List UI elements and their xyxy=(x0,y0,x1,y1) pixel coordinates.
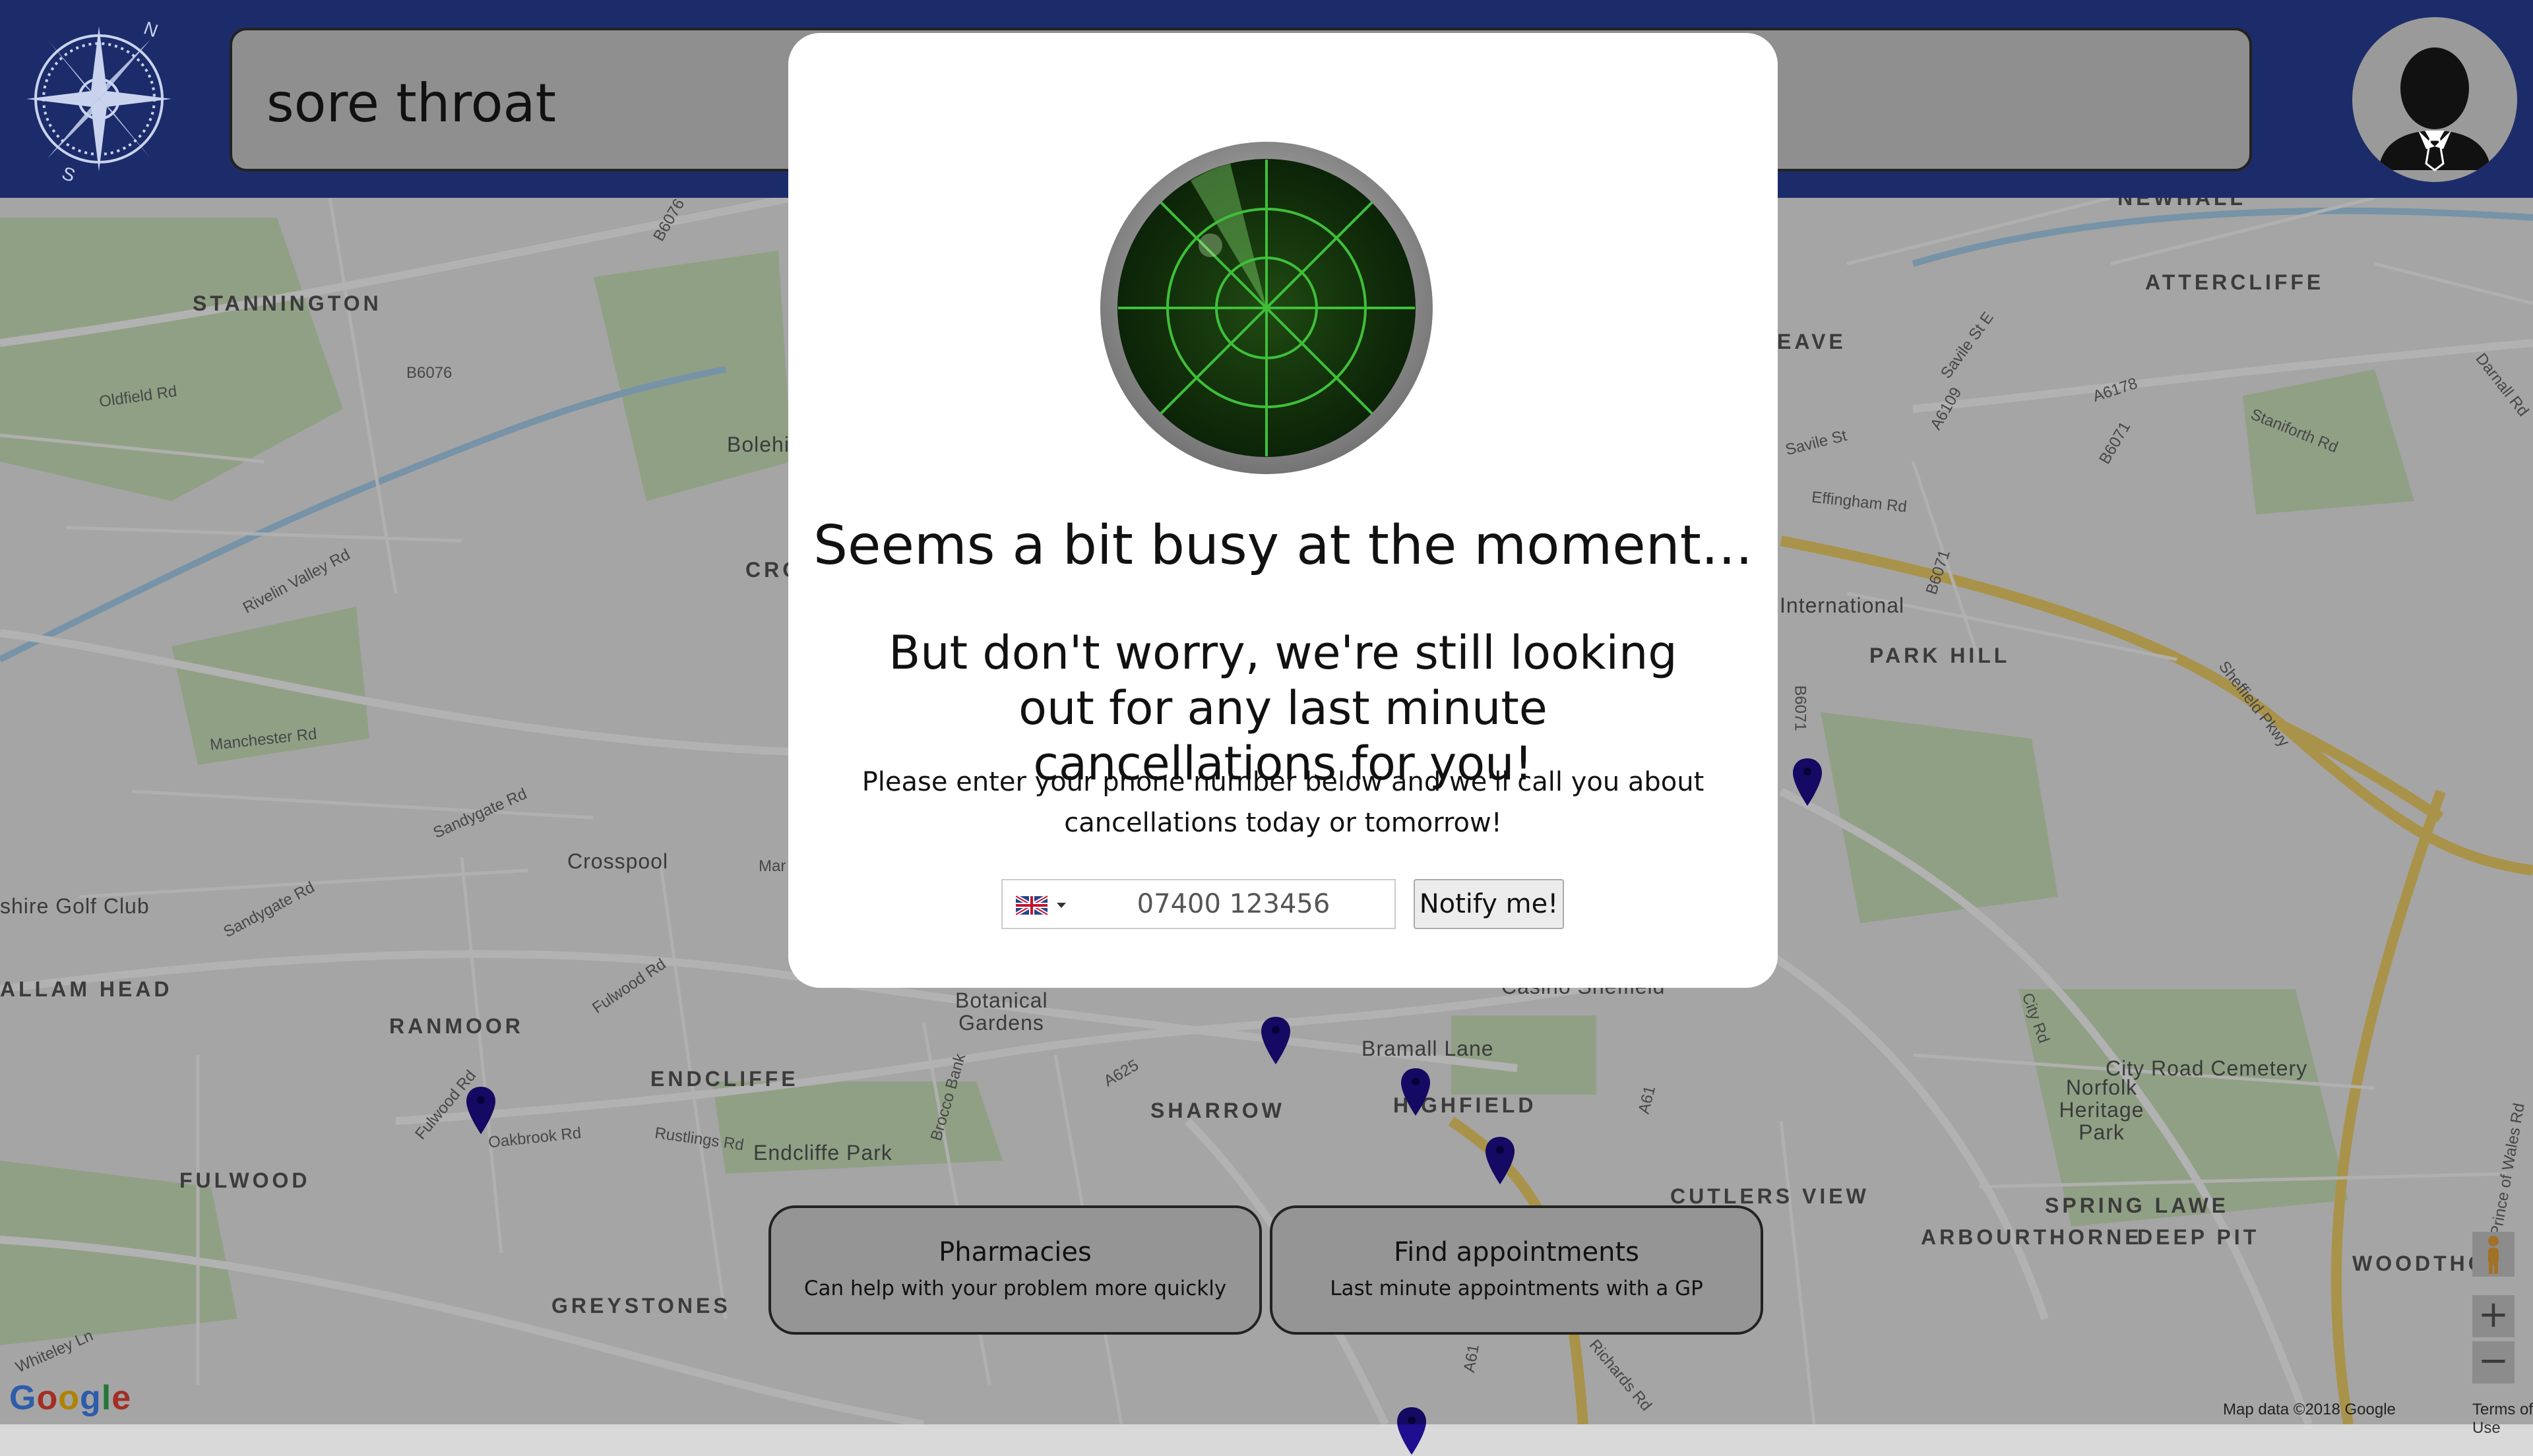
modal-instructions: Please enter your phone number below and… xyxy=(861,767,1704,838)
search-query-text: sore throat xyxy=(266,73,556,134)
phone-input[interactable] xyxy=(1088,880,1379,928)
card-subtitle: Can help with your problem more quickly xyxy=(803,1277,1227,1300)
user-avatar[interactable] xyxy=(2352,17,2517,182)
card-title: Find appointments xyxy=(1393,1237,1640,1267)
compass-logo-icon[interactable]: N S xyxy=(13,13,185,185)
card-subtitle: Last minute appointments with a GP xyxy=(1330,1277,1703,1300)
modal-title: Seems a bit busy at the moment... xyxy=(813,514,1753,577)
busy-modal: Seems a bit busy at the moment... But do… xyxy=(788,33,1778,988)
country-code-select[interactable] xyxy=(1015,894,1075,917)
user-silhouette-icon xyxy=(2379,47,2491,171)
phone-number-field xyxy=(1001,879,1396,929)
card-title: Pharmacies xyxy=(939,1237,1092,1267)
svg-text:S: S xyxy=(59,163,78,185)
pharmacies-card[interactable]: Pharmacies Can help with your problem mo… xyxy=(768,1205,1262,1335)
svg-text:N: N xyxy=(141,18,161,42)
uk-flag-icon xyxy=(1015,894,1066,917)
caret-down-icon xyxy=(1057,903,1066,908)
radar-icon xyxy=(1100,142,1433,474)
notify-me-button[interactable]: Notify me! xyxy=(1414,879,1564,929)
find-appointments-card[interactable]: Find appointments Last minute appointmen… xyxy=(1270,1205,1763,1335)
